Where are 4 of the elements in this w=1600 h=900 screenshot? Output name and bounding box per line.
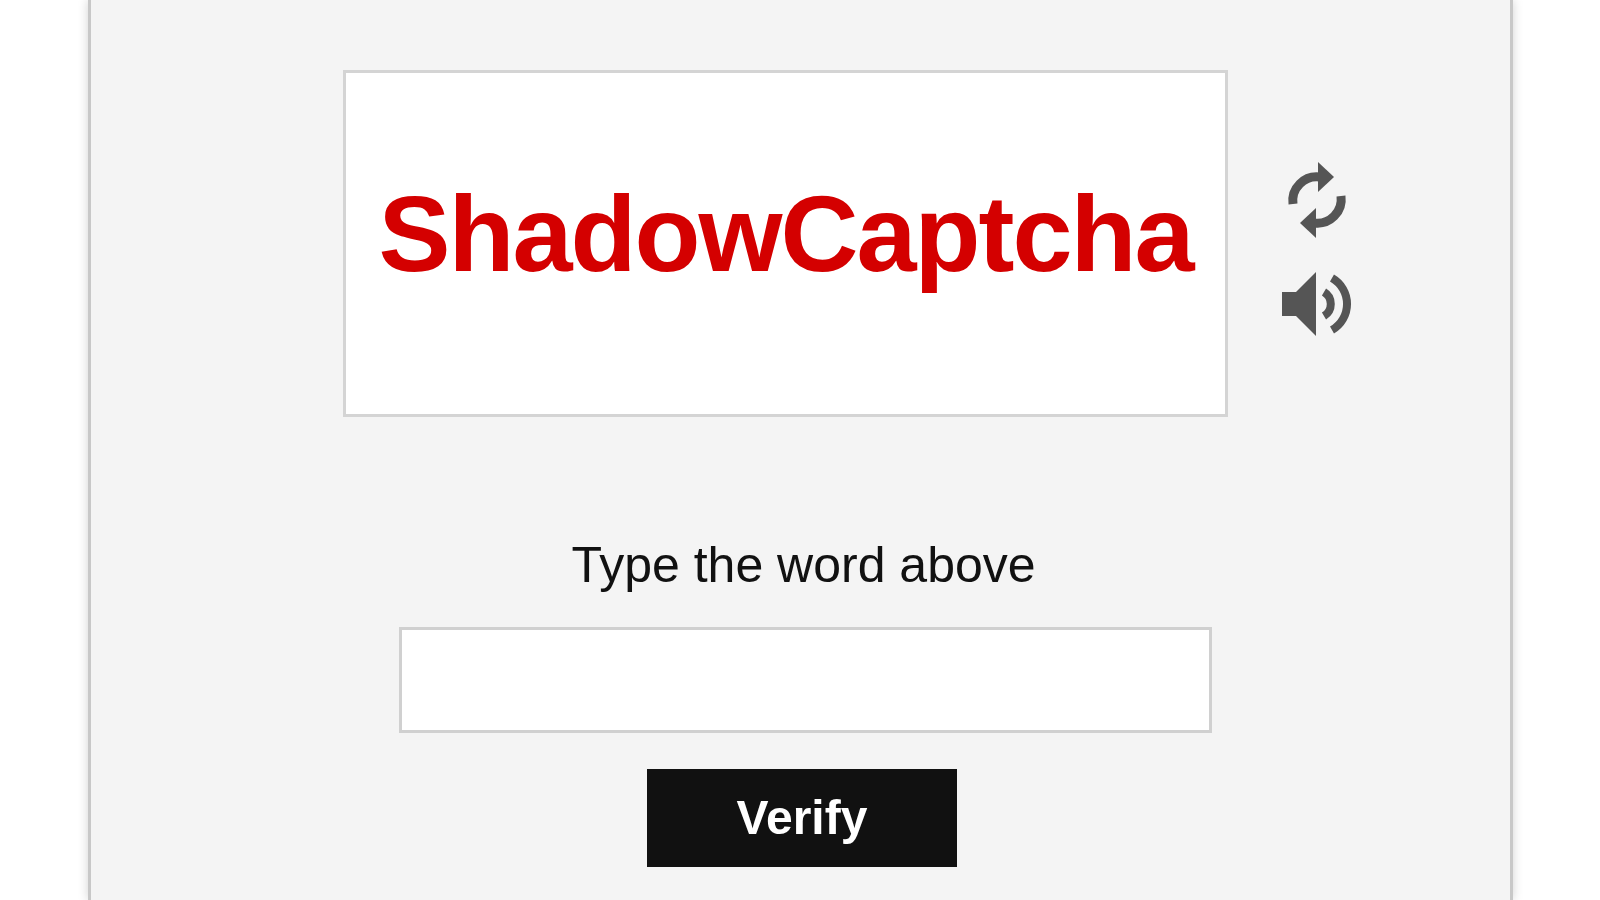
- verify-button[interactable]: Verify: [647, 769, 957, 867]
- captcha-word: ShadowCaptcha: [377, 172, 1195, 296]
- instruction-text: Type the word above: [570, 536, 1037, 595]
- answer-field[interactable]: [399, 627, 1212, 733]
